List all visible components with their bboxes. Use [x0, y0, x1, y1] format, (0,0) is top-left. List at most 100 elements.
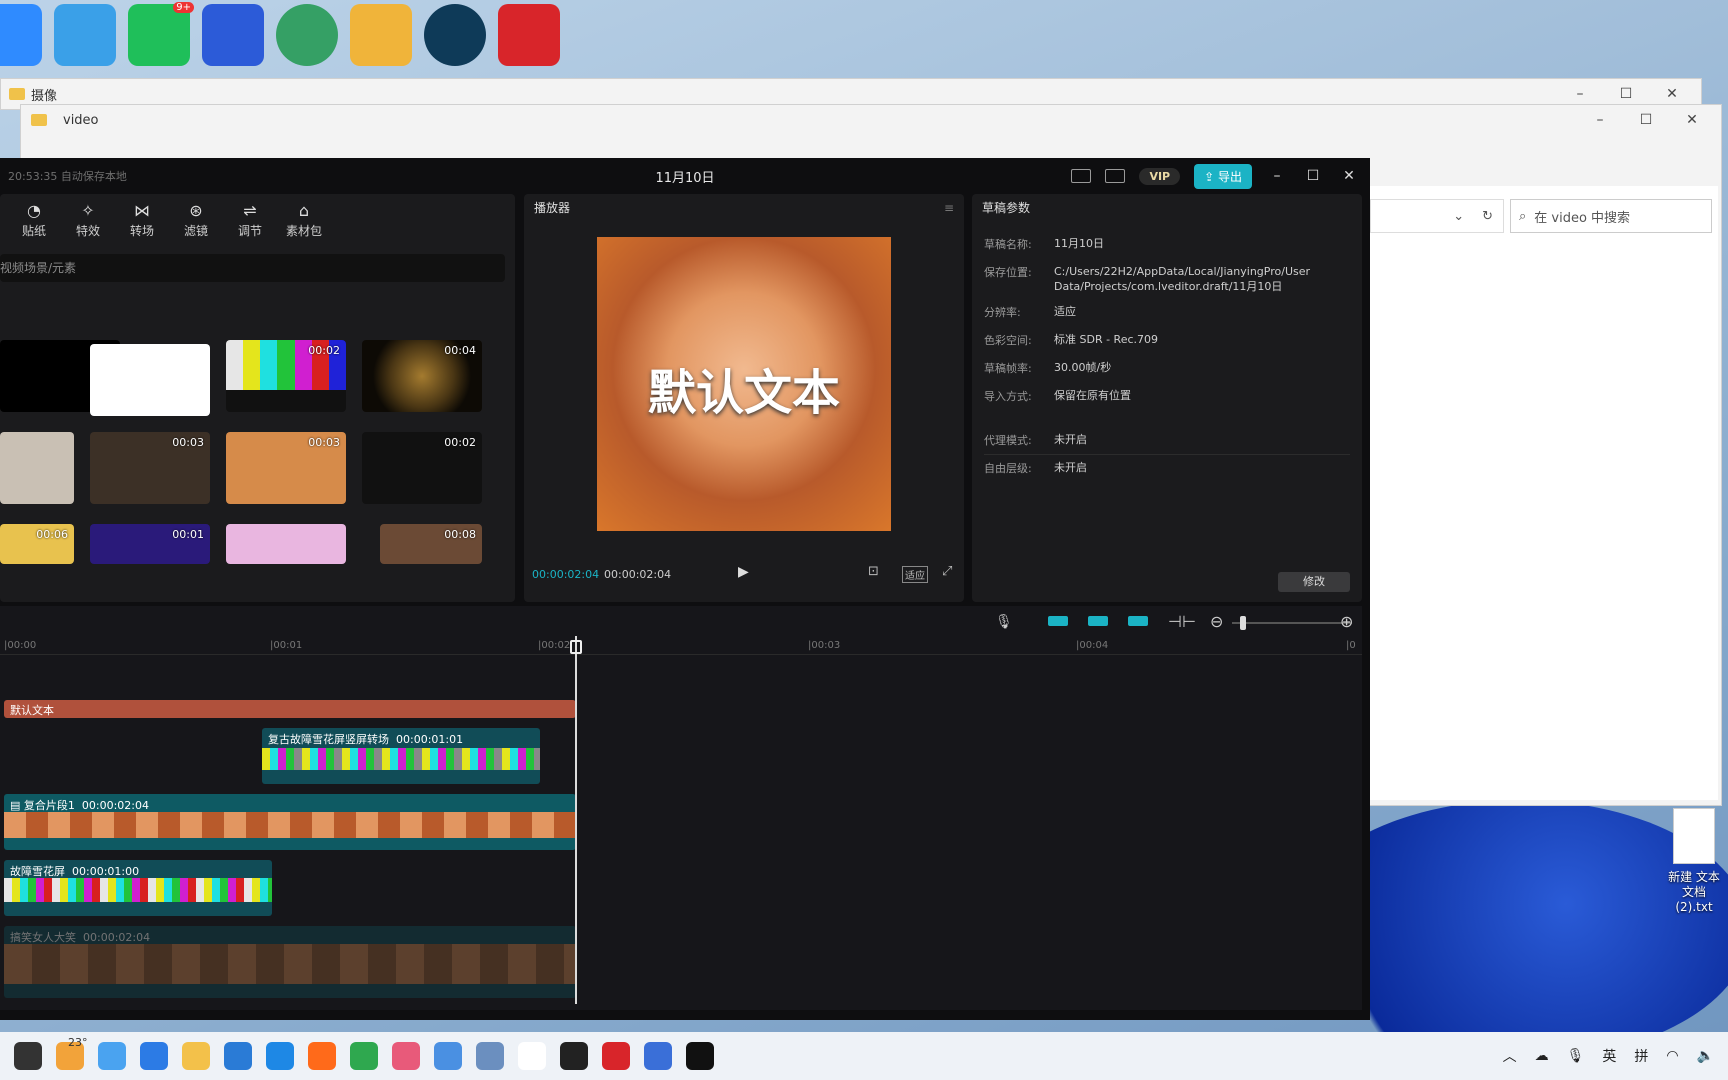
- close-button[interactable]: ✕: [1669, 105, 1715, 135]
- text-clip[interactable]: 默认文本: [4, 700, 576, 718]
- media-search-input[interactable]: 视频场景/元素: [0, 254, 505, 282]
- desktop-icon-1[interactable]: [0, 4, 42, 66]
- taskbar-app-icon[interactable]: [98, 1042, 126, 1070]
- chevron-down-icon[interactable]: ⌄: [1453, 209, 1464, 224]
- desktop-icon-6[interactable]: [350, 4, 412, 66]
- tool-2[interactable]: ⋈ 转场: [124, 200, 160, 239]
- autosave-status: 20:53:35 自动保存本地: [8, 170, 127, 183]
- taskbar-app-icon[interactable]: [224, 1042, 252, 1070]
- desktop-icon-5[interactable]: [276, 4, 338, 66]
- glitch-clip[interactable]: 故障雪花屏 00:00:01:00: [4, 860, 272, 916]
- media-thumb-pink[interactable]: [226, 524, 346, 564]
- media-thumb-woman[interactable]: 00:03: [226, 432, 346, 504]
- taskbar-app-icon[interactable]: [140, 1042, 168, 1070]
- volume-icon[interactable]: 🔈: [1697, 1048, 1714, 1064]
- clip-label: 搞笑女人大笑 00:00:02:04: [10, 931, 151, 944]
- player-panel: 播放器 ≡ 默认文本 00:00:02:04 00:00:02:04 ▶ ⊡ 适应…: [524, 194, 964, 602]
- zoom-slider-handle[interactable]: [1240, 616, 1246, 630]
- linkage-icon[interactable]: [1128, 616, 1148, 626]
- draft-value: 30.00帧/秒: [1054, 361, 1112, 374]
- main-clip[interactable]: 搞笑女人大笑 00:00:02:04: [4, 926, 576, 998]
- zoom-out-icon[interactable]: ⊖: [1210, 612, 1223, 631]
- play-icon[interactable]: ▶: [738, 564, 749, 580]
- desktop-icon-4[interactable]: [202, 4, 264, 66]
- playhead[interactable]: [575, 636, 577, 1004]
- modify-button[interactable]: 修改: [1278, 572, 1350, 592]
- media-thumb-sparkle[interactable]: 00:04: [362, 340, 482, 412]
- keyboard-icon[interactable]: [1071, 169, 1092, 183]
- taskbar-app-icon[interactable]: [14, 1042, 42, 1070]
- desktop-icon-2[interactable]: [54, 4, 116, 66]
- taskbar-app-icon[interactable]: [602, 1042, 630, 1070]
- draft-row: 草稿帧率: 30.00帧/秒: [984, 360, 1344, 376]
- compound-clip[interactable]: ▤ 复合片段1 00:00:02:04: [4, 794, 576, 850]
- taskbar-app-icon[interactable]: [182, 1042, 210, 1070]
- desktop-icon-7[interactable]: [424, 4, 486, 66]
- fit-button[interactable]: 适应: [902, 566, 928, 583]
- ruler-tick: |00:00: [4, 640, 37, 651]
- wifi-icon[interactable]: ◠: [1666, 1048, 1678, 1064]
- taskbar-app-icon[interactable]: [392, 1042, 420, 1070]
- ime-indicator[interactable]: 拼: [1634, 1046, 1648, 1066]
- tool-label: 滤镜: [183, 224, 208, 238]
- media-thumb-white[interactable]: [90, 344, 210, 416]
- preview-video[interactable]: 默认文本: [597, 237, 891, 531]
- menu-icon[interactable]: ≡: [944, 194, 954, 222]
- draft-key: 保存位置:: [984, 266, 1032, 279]
- taskbar-app-icon[interactable]: [476, 1042, 504, 1070]
- taskbar-app-icon[interactable]: [644, 1042, 672, 1070]
- screenshot-icon[interactable]: ⊡: [868, 564, 879, 579]
- maximize-button[interactable]: ☐: [1302, 168, 1324, 184]
- tool-1[interactable]: ✧ 特效: [70, 200, 106, 239]
- taskbar-app-icon[interactable]: [560, 1042, 588, 1070]
- refresh-icon[interactable]: ↻: [1482, 209, 1493, 224]
- snap-icon[interactable]: [1088, 616, 1108, 626]
- media-thumb-yellow[interactable]: 00:06: [0, 524, 74, 564]
- minimize-button[interactable]: –: [1577, 105, 1623, 135]
- search-input[interactable]: ⌕ 在 video 中搜索: [1510, 199, 1712, 233]
- taskbar-app-icon[interactable]: [308, 1042, 336, 1070]
- export-button[interactable]: ⇪ 导出: [1194, 163, 1252, 189]
- media-thumb-colorbars[interactable]: 00:02: [226, 340, 346, 412]
- transition-clip[interactable]: 复古故障雪花屏竖屏转场 00:00:01:01: [262, 728, 540, 784]
- fullscreen-icon[interactable]: ⤢: [942, 564, 952, 579]
- link-icon[interactable]: [1048, 616, 1068, 626]
- layout-icon[interactable]: [1105, 169, 1126, 183]
- minimize-button[interactable]: –: [1266, 168, 1288, 184]
- taskbar: 23° ︿ ☁ 🎙 英 拼 ◠ 🔈: [0, 1032, 1728, 1080]
- media-thumb-glitch[interactable]: 00:02: [362, 432, 482, 504]
- taskbar-app-icon[interactable]: [350, 1042, 378, 1070]
- media-thumb-man[interactable]: [0, 432, 74, 504]
- desktop-icon-8[interactable]: [498, 4, 560, 66]
- media-thumb-face[interactable]: 00:08: [380, 524, 482, 564]
- taskbar-app-icon[interactable]: [518, 1042, 546, 1070]
- split-icon[interactable]: ⊣⊢: [1168, 612, 1196, 631]
- taskbar-app-icon[interactable]: [434, 1042, 462, 1070]
- chevron-up-icon[interactable]: ︿: [1503, 1046, 1517, 1066]
- mic-icon[interactable]: 🎙: [995, 614, 1013, 630]
- maximize-button[interactable]: ☐: [1623, 105, 1669, 135]
- zoom-slider[interactable]: [1232, 622, 1352, 624]
- draft-params-panel: 草稿参数 草稿名称: 11月10日 保存位置: C:/Users/22H2/AppDa…: [972, 194, 1362, 602]
- language-indicator[interactable]: 英: [1602, 1046, 1616, 1066]
- draft-key: 自由层级:: [984, 462, 1032, 475]
- tool-0[interactable]: ◔ 贴纸: [16, 200, 52, 239]
- mic-icon[interactable]: 🎙: [1567, 1048, 1585, 1064]
- playhead-handle[interactable]: [570, 640, 582, 654]
- time-ruler[interactable]: |00:00 |00:01 |00:02 |00:03 |00:04 |0: [0, 640, 1362, 655]
- window-title: 摄像: [31, 88, 58, 104]
- tool-4[interactable]: ⇌ 调节: [232, 200, 268, 239]
- tool-3[interactable]: ⊛ 滤镜: [178, 200, 214, 239]
- vip-badge[interactable]: VIP: [1139, 167, 1181, 185]
- zoom-in-icon[interactable]: ⊕: [1340, 612, 1353, 631]
- taskbar-app-icon[interactable]: [686, 1042, 714, 1070]
- cloud-icon[interactable]: ☁: [1535, 1048, 1549, 1064]
- tool-5[interactable]: ⌂ 素材包: [286, 200, 322, 239]
- media-thumb-purple[interactable]: 00:01: [90, 524, 210, 564]
- desktop-text-file[interactable]: 新建 文本文档 (2).txt: [1668, 808, 1720, 914]
- close-button[interactable]: ✕: [1338, 168, 1360, 184]
- media-thumb-laugh[interactable]: 00:03: [90, 432, 210, 504]
- desktop-icon-3[interactable]: 9+: [128, 2, 194, 66]
- taskbar-app-icon[interactable]: [266, 1042, 294, 1070]
- clip-label: 默认文本: [10, 704, 54, 717]
